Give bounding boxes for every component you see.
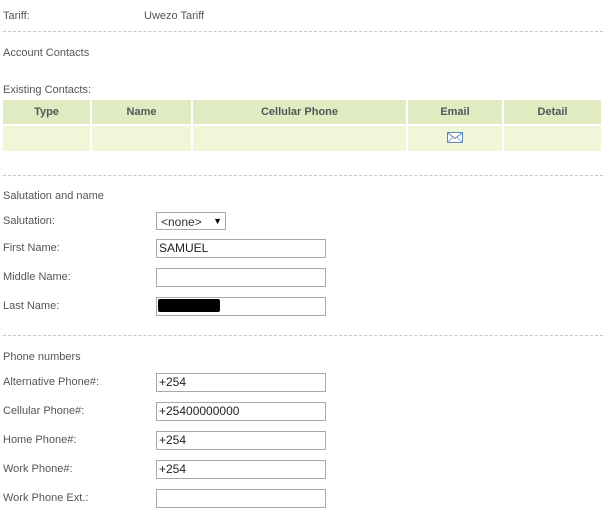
- last-name-label: Last Name:: [3, 300, 60, 312]
- cellular-phone-field[interactable]: +25400000000: [156, 402, 326, 421]
- table-cell-detail: [503, 124, 601, 151]
- salutation-label: Salutation:: [3, 215, 55, 227]
- redaction-mark: [158, 299, 220, 312]
- home-phone-field[interactable]: +254: [156, 431, 326, 450]
- column-header-cellular-phone[interactable]: Cellular Phone: [192, 100, 408, 125]
- account-contacts-title: Account Contacts: [3, 47, 90, 59]
- middle-name-label: Middle Name:: [3, 271, 71, 283]
- first-name-label: First Name:: [3, 242, 60, 254]
- column-header-email[interactable]: Email: [407, 100, 504, 125]
- alternative-phone-field[interactable]: +254: [156, 373, 326, 392]
- contacts-table: Type Name Cellular Phone Email Detail: [3, 100, 601, 151]
- column-header-detail[interactable]: Detail: [503, 100, 601, 125]
- envelope-icon[interactable]: [447, 131, 463, 146]
- alternative-phone-label: Alternative Phone#:: [3, 376, 100, 388]
- separator: [3, 335, 603, 336]
- table-cell-email: [407, 124, 504, 151]
- table-cell-cellular-phone: [192, 124, 408, 151]
- salutation-selected-value: <none>: [161, 215, 202, 229]
- separator: [3, 175, 603, 176]
- first-name-field[interactable]: SAMUEL: [156, 239, 326, 258]
- salutation-select[interactable]: <none> ▼: [156, 212, 226, 230]
- tariff-value: Uwezo Tariff: [144, 10, 205, 22]
- tariff-label: Tariff:: [3, 10, 30, 22]
- salutation-section-title: Salutation and name: [3, 190, 104, 202]
- work-phone-label: Work Phone#:: [3, 463, 73, 475]
- phone-section-title: Phone numbers: [3, 351, 81, 363]
- column-header-name[interactable]: Name: [91, 100, 193, 125]
- table-row: [3, 124, 601, 151]
- dropdown-arrow-icon: ▼: [213, 216, 222, 226]
- cellular-phone-label: Cellular Phone#:: [3, 405, 85, 417]
- work-phone-ext-label: Work Phone Ext.:: [3, 492, 89, 504]
- work-phone-field[interactable]: +254: [156, 460, 326, 479]
- existing-contacts-label: Existing Contacts:: [3, 84, 92, 96]
- table-cell-name: [91, 124, 193, 151]
- home-phone-label: Home Phone#:: [3, 434, 77, 446]
- work-phone-ext-field[interactable]: [156, 489, 326, 508]
- column-header-type[interactable]: Type: [3, 100, 92, 125]
- separator: [3, 31, 603, 32]
- middle-name-field[interactable]: [156, 268, 326, 287]
- table-cell-type: [3, 124, 92, 151]
